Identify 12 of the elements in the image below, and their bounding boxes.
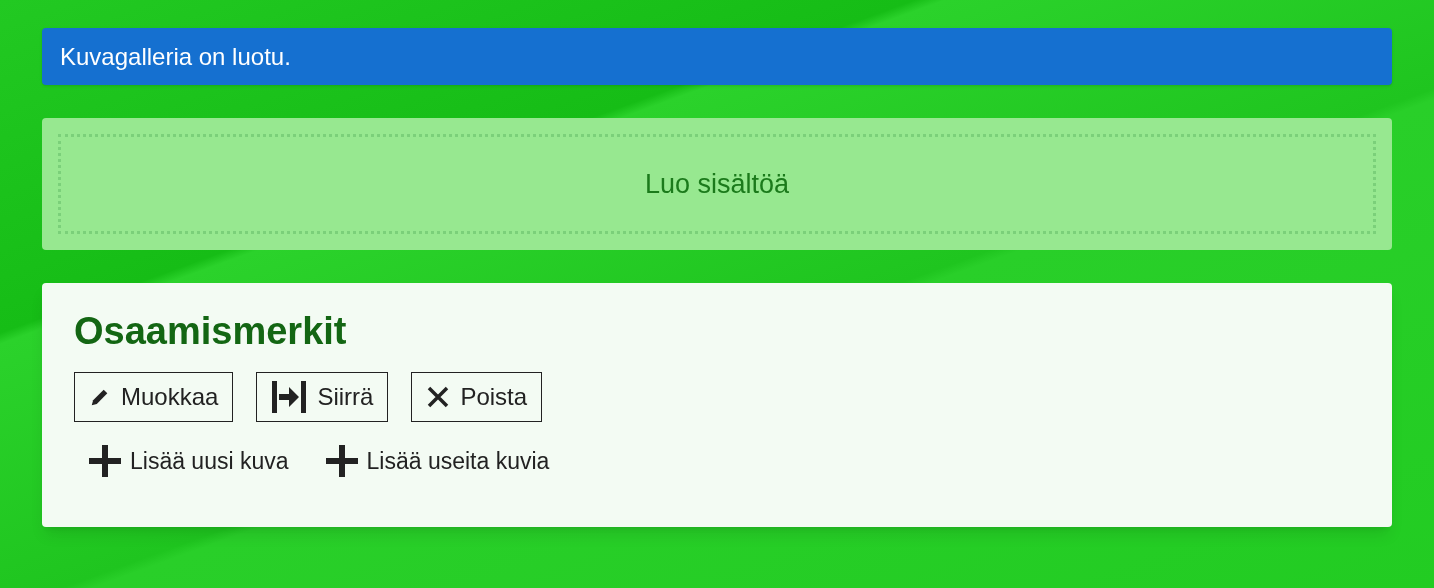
move-button[interactable]: Siirrä (256, 372, 389, 422)
close-icon (426, 385, 451, 409)
gallery-title: Osaamismerkit (74, 309, 348, 354)
notice-banner: Kuvagalleria on luotu. (42, 28, 1392, 85)
add-image-link[interactable]: Lisää useita kuvia (324, 444, 550, 479)
create-content-button[interactable]: Luo sisältöä (58, 134, 1376, 234)
arrow-to-bar-icon (271, 380, 308, 414)
delete-button[interactable]: Poista (411, 372, 543, 422)
add-image-link[interactable]: Lisää uusi kuva (88, 444, 289, 479)
plus-icon (88, 444, 122, 479)
plus-icon (324, 444, 359, 479)
edit-button[interactable]: Muokkaa (74, 372, 234, 422)
